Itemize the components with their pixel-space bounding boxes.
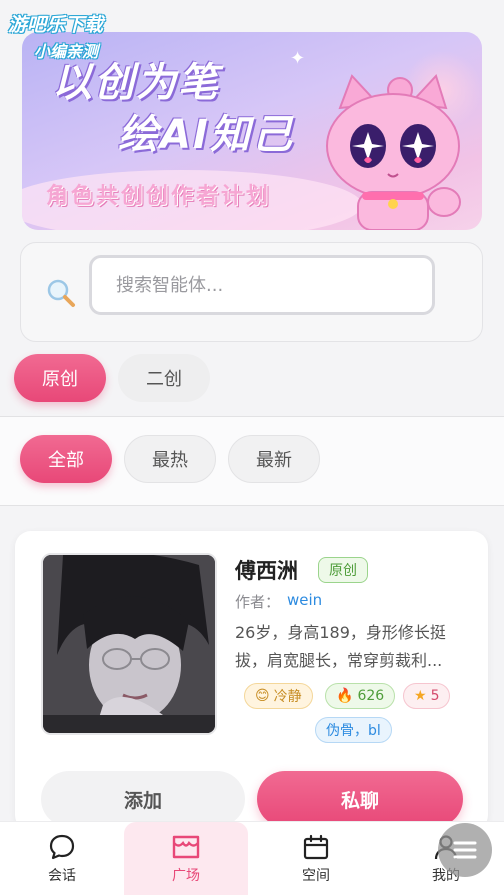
portrait-image [43,555,215,733]
divider [0,505,504,506]
nav-item-space[interactable]: 空间 [254,822,378,895]
mood-tag: 😊 冷静 [244,683,313,709]
fire-icon: 🔥 [336,688,354,704]
genre-tag-label: 伪骨，bl [326,723,381,739]
heat-tag: 🔥 626 [325,683,396,709]
private-chat-button[interactable]: 私聊 [257,771,463,827]
search-input[interactable] [89,255,435,315]
nav-label-chats: 会话 [48,868,76,884]
author-link[interactable]: wein [287,591,322,609]
filter-tab-bar: 全部 最热 最新 [0,417,504,505]
star-icon: ★ [414,688,427,704]
sparkle-icon: ✦ [290,48,306,69]
calendar-icon [303,834,329,860]
tab-derivative[interactable]: 二创 [118,354,210,402]
author-label: 作者： [235,593,281,611]
rating-count: 5 [430,688,440,704]
cat-mascot-icon [326,74,461,230]
bottom-nav: 会话 广场 空间 我的 [0,821,504,895]
storefront-icon [172,835,200,859]
add-button[interactable]: 添加 [41,771,245,827]
banner-headline-2: 绘AI知己 [118,112,294,158]
nav-label-plaza: 广场 [172,868,200,884]
smiley-icon: 😊 [255,688,270,704]
heat-count: 626 [357,688,385,704]
filter-hottest[interactable]: 最热 [124,435,216,483]
nav-label-space: 空间 [302,868,330,884]
genre-tag: 伪骨，bl [315,717,392,743]
type-tab-bar: 原创 二创 [0,352,504,416]
watermark-text: 游吧乐下载 [8,14,104,36]
search-icon[interactable] [45,277,77,309]
hamburger-menu-icon [453,841,477,859]
agent-avatar[interactable] [41,553,217,735]
watermark-subtext: 小编亲测 [34,42,99,61]
nav-item-chats[interactable]: 会话 [0,822,124,895]
floating-menu-button[interactable] [438,823,492,877]
mood-tag-label: 冷静 [273,689,302,705]
chat-bubble-icon [49,834,75,860]
banner-subtitle: 角色共创创作者计划 [46,184,272,209]
tab-original[interactable]: 原创 [14,354,106,402]
agent-name: 傅西洲 [235,559,298,583]
rating-tag: ★ 5 [403,683,451,709]
filter-newest[interactable]: 最新 [228,435,320,483]
nav-item-plaza[interactable]: 广场 [124,822,248,895]
filter-all[interactable]: 全部 [20,435,112,483]
agent-card[interactable]: 傅西洲 原创 作者： wein 26岁，身高189，身形修长挺拔，肩宽腿长，常穿… [15,531,488,831]
search-card [20,242,483,342]
original-badge: 原创 [318,557,368,583]
agent-description: 26岁，身高189，身形修长挺拔，肩宽腿长，常穿剪裁利... [235,623,446,670]
